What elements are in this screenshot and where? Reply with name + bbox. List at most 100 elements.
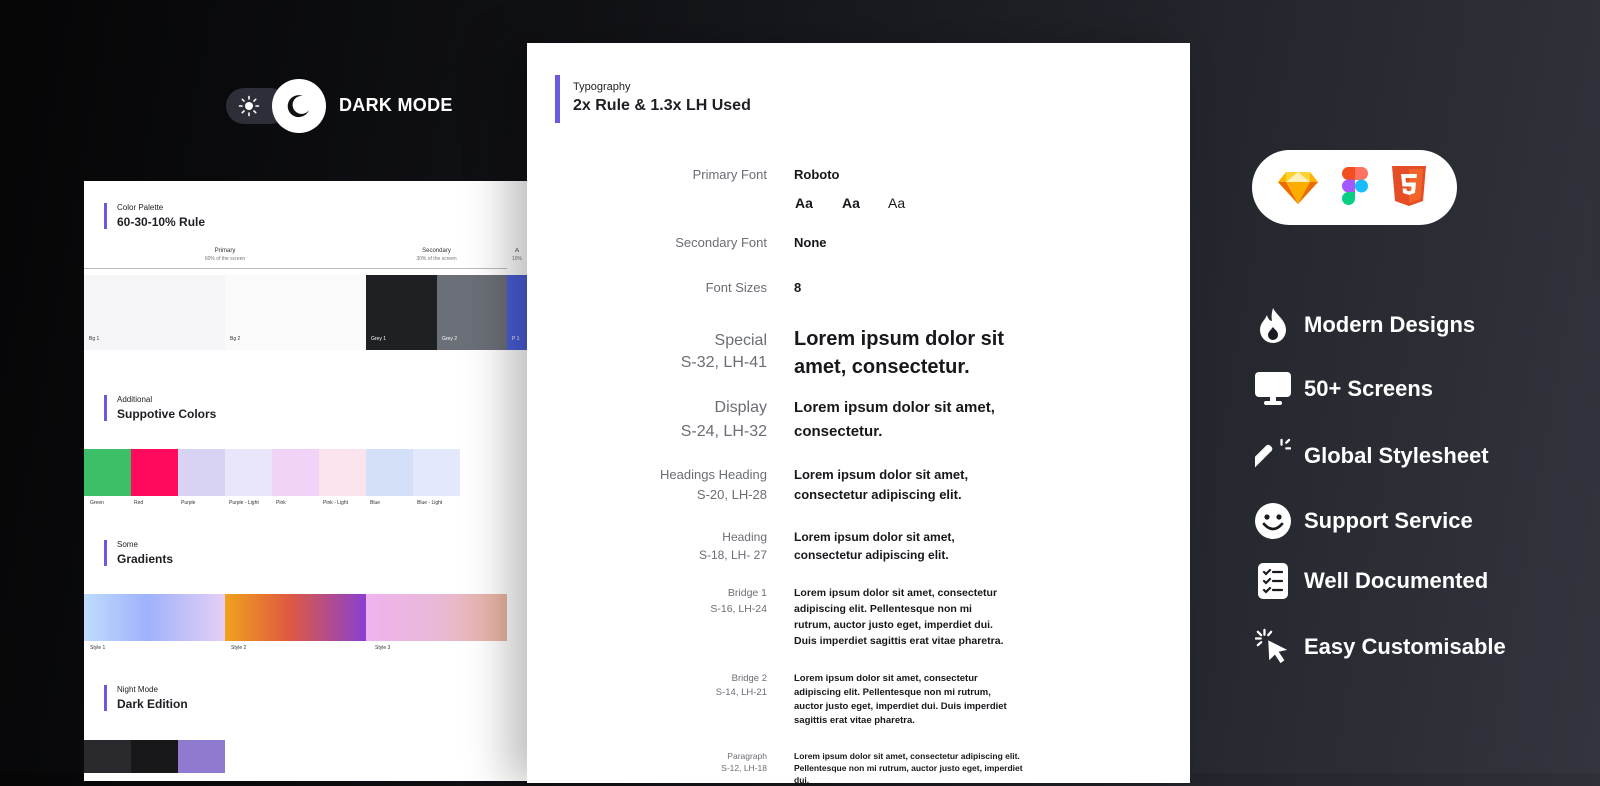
gradients-section-header: Some Gradients xyxy=(104,540,173,566)
swatch-purple xyxy=(178,449,225,496)
style-paragraph-sample: Lorem ipsum dolor sit amet, consectetur … xyxy=(794,751,1023,785)
column-header-accent: A 10% xyxy=(511,248,522,262)
sketch-icon xyxy=(1278,172,1318,204)
swatch-night-2 xyxy=(131,740,178,773)
swatch-label: Blue - Light xyxy=(417,500,443,506)
feature-label: Support Service xyxy=(1304,508,1473,533)
gradient-style-1 xyxy=(84,594,225,641)
additional-section-header: Additional Suppotive Colors xyxy=(104,395,216,421)
swatch-label: Pink xyxy=(276,500,286,506)
style-paragraph-label: Paragraph S-12, LH-18 xyxy=(721,751,767,773)
html5-icon xyxy=(1392,166,1426,206)
style-bridge-2-label: Bridge 2 S-14, LH-21 xyxy=(715,673,767,698)
swatch-label: Red xyxy=(134,500,144,506)
checklist-icon xyxy=(1255,563,1291,599)
sun-icon xyxy=(238,95,260,117)
swatch-blue-light xyxy=(413,449,460,496)
secondary-rule-line xyxy=(366,268,507,269)
swatch-pink xyxy=(272,449,319,496)
column-header-secondary: Secondary 30% of the screen xyxy=(416,248,457,262)
feature-well-documented: Well Documented xyxy=(1255,563,1488,599)
style-bridge-2-sample: Lorem ipsum dolor sit amet, consectetur … xyxy=(794,673,1007,726)
gradient-style-2 xyxy=(225,594,366,641)
style-special-label: Special S-32, LH-41 xyxy=(680,332,767,371)
swatch-label: Purple xyxy=(181,500,196,506)
gradient-label: Style 2 xyxy=(231,645,247,651)
section-title: Suppotive Colors xyxy=(117,407,217,421)
night-section-header: Night Mode Dark Edition xyxy=(104,685,188,711)
section-small-label: Some xyxy=(117,540,138,549)
figma-icon xyxy=(1342,167,1368,205)
tools-pill xyxy=(1252,150,1457,225)
feature-screens: 50+ Screens xyxy=(1255,371,1433,407)
primary-font-label: Primary Font xyxy=(692,167,767,182)
swatch-purple-light xyxy=(225,449,272,496)
feature-label: 50+ Screens xyxy=(1304,376,1434,401)
style-bridge-1-label: Bridge 1 S-16, LH-24 xyxy=(710,587,767,615)
style-display-sample: Lorem ipsum dolor sit amet, consectetur. xyxy=(794,399,995,440)
monitor-icon xyxy=(1255,371,1291,407)
feature-support-service: Support Service xyxy=(1255,503,1473,539)
style-bridge-1-sample: Lorem ipsum dolor sit amet, consectetur … xyxy=(794,587,1004,647)
style-heading-label: Heading S-18, LH- 27 xyxy=(698,530,767,562)
secondary-font-value: None xyxy=(794,235,827,250)
swatch-label: Blue xyxy=(370,500,381,506)
column-header-primary: Primary 60% of the screen xyxy=(204,248,246,262)
section-title: 60-30-10% Rule xyxy=(117,215,206,229)
swatch-grey-1: Grey 1 xyxy=(366,275,437,350)
feature-label: Global Stylesheet xyxy=(1304,443,1489,468)
feature-global-stylesheet: Global Stylesheet xyxy=(1255,438,1489,474)
palette-section-header: Color Palette 60-30-10% Rule xyxy=(104,203,205,229)
swatch-bg-2: Bg 2 xyxy=(225,275,366,350)
style-headings-label: Headings Heading S-20, LH-28 xyxy=(660,467,767,502)
toggle-knob[interactable] xyxy=(272,79,326,133)
gradient-label: Style 1 xyxy=(90,645,106,651)
swatch-label: Pink - Light xyxy=(323,500,349,506)
swatch-green xyxy=(84,449,131,496)
font-sizes-value: 8 xyxy=(794,280,802,295)
swatch-blue xyxy=(366,449,413,496)
feature-easy-customisable: Easy Customisable xyxy=(1255,628,1506,665)
style-heading-sample: Lorem ipsum dolor sit amet, consectetur … xyxy=(794,530,955,562)
feature-label: Easy Customisable xyxy=(1304,634,1506,659)
section-small-label: Typography xyxy=(573,81,631,93)
aa-sample-regular: Aa xyxy=(888,195,906,211)
primary-rule-line xyxy=(84,268,366,269)
section-small-label: Color Palette xyxy=(117,203,164,212)
feature-label: Modern Designs xyxy=(1304,312,1476,337)
section-title: Dark Edition xyxy=(117,697,188,711)
swatch-p-1: P 1 xyxy=(507,275,527,350)
section-small-label: Additional xyxy=(117,395,153,404)
gradient-style-3 xyxy=(366,594,507,641)
secondary-font-label: Secondary Font xyxy=(675,235,767,250)
flame-icon xyxy=(1255,307,1291,343)
feature-label: Well Documented xyxy=(1304,568,1489,593)
gradient-label: Style 3 xyxy=(375,645,391,651)
aa-sample-bold: Aa xyxy=(795,195,813,211)
style-headings-sample: Lorem ipsum dolor sit amet, consectetur … xyxy=(794,467,969,502)
cursor-click-icon xyxy=(1255,628,1291,665)
toggle-label: DARK MODE xyxy=(339,95,453,115)
magic-wand-icon xyxy=(1255,438,1291,474)
primary-font-value: Roboto xyxy=(794,167,840,182)
moon-icon xyxy=(287,95,309,118)
section-title: 2x Rule & 1.3x LH Used xyxy=(573,97,751,114)
section-small-label: Night Mode xyxy=(117,685,158,694)
style-display-label: Display S-24, LH-32 xyxy=(680,399,767,440)
swatch-bg-1: Bg 1 xyxy=(84,275,225,350)
swatch-grey-2: Grey 2 xyxy=(437,275,507,350)
swatch-night-1 xyxy=(84,740,131,773)
typography-section-header: Typography 2x Rule & 1.3x LH Used xyxy=(555,75,751,123)
swatch-label: Green xyxy=(90,500,104,506)
style-special-sample: Lorem ipsum dolor sit amet, consectetur. xyxy=(794,328,1005,378)
swatch-night-3 xyxy=(178,740,225,773)
swatch-pink-light xyxy=(319,449,366,496)
font-sizes-label: Font Sizes xyxy=(705,280,767,295)
aa-sample-medium: Aa xyxy=(842,195,860,211)
swatch-red xyxy=(131,449,178,496)
swatch-label: Purple - Light xyxy=(229,500,259,506)
smiley-icon xyxy=(1255,503,1291,539)
section-title: Gradients xyxy=(117,552,174,566)
typography-page: Typography 2x Rule & 1.3x LH Used Primar… xyxy=(527,43,1190,785)
feature-modern-designs: Modern Designs xyxy=(1255,307,1475,343)
